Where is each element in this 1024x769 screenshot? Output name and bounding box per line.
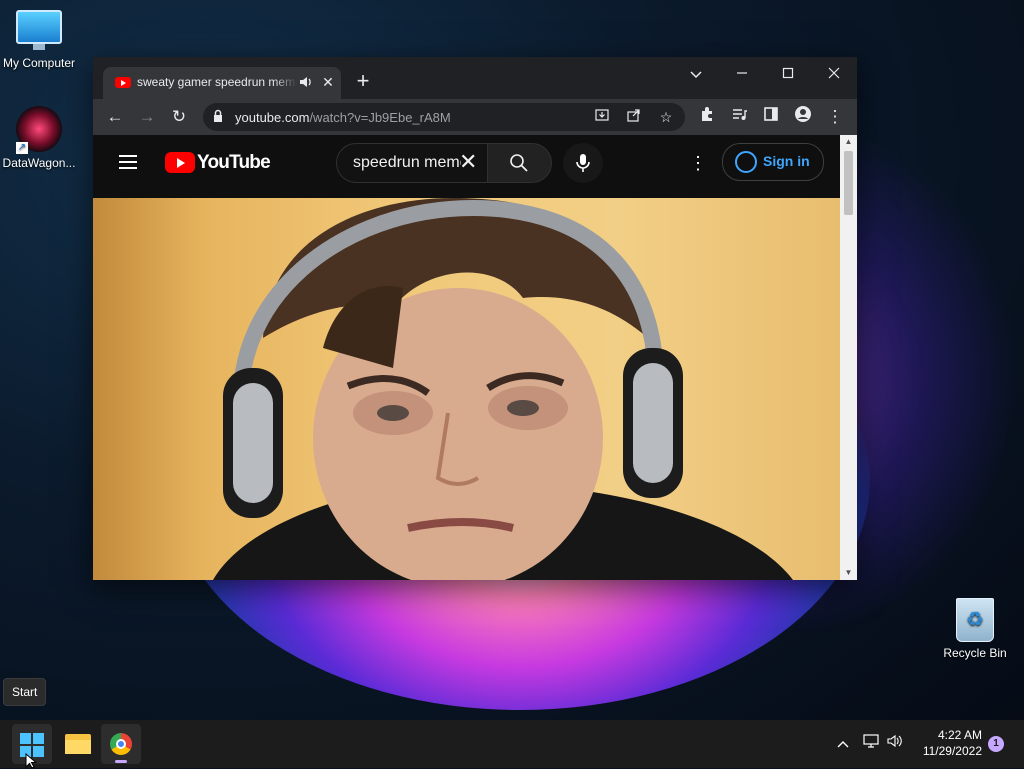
youtube-header: YouTube speedrun meme ✕ ⋮ Sign in bbox=[93, 135, 840, 191]
notification-badge[interactable]: 1 bbox=[988, 736, 1004, 752]
url-path: /watch?v=Jb9Ebe_rA8M bbox=[309, 110, 451, 125]
shortcut-arrow-icon: ↗ bbox=[16, 142, 28, 154]
bookmark-star-icon[interactable]: ☆ bbox=[655, 105, 677, 129]
extensions-icon[interactable] bbox=[695, 105, 719, 129]
sign-in-button[interactable]: Sign in bbox=[722, 143, 824, 181]
account-circle-icon bbox=[735, 151, 757, 173]
file-explorer-button[interactable] bbox=[57, 724, 97, 764]
search-button[interactable] bbox=[487, 143, 552, 183]
search-query-text: speedrun meme bbox=[353, 154, 461, 171]
chrome-window: sweaty gamer speedrun meme ✕ + ← → ↻ you… bbox=[93, 57, 857, 580]
taskbar: 4:22 AM 11/29/2022 1 bbox=[0, 720, 1024, 768]
back-button[interactable]: ← bbox=[103, 105, 127, 129]
desktop-icon-label: DataWagon... bbox=[2, 156, 76, 170]
folder-icon bbox=[65, 734, 91, 754]
page-scrollbar[interactable]: ▲ ▼ bbox=[840, 135, 857, 580]
lock-icon[interactable] bbox=[213, 109, 223, 123]
browser-toolbar: ← → ↻ youtube.com/watch?v=Jb9Ebe_rA8M ☆ bbox=[93, 99, 857, 135]
youtube-play-icon bbox=[165, 152, 195, 173]
hamburger-menu-icon[interactable] bbox=[119, 155, 137, 169]
page-viewport: YouTube speedrun meme ✕ ⋮ Sign in bbox=[93, 135, 840, 580]
clock[interactable]: 4:22 AM 11/29/2022 bbox=[912, 727, 982, 759]
voice-search-mic-icon[interactable] bbox=[563, 143, 603, 183]
monitor-icon bbox=[16, 10, 62, 50]
desktop-icon-datawagon[interactable]: ↗ DataWagon... bbox=[0, 106, 81, 170]
tab-title: sweaty gamer speedrun meme bbox=[137, 75, 297, 89]
tab-close-button[interactable]: ✕ bbox=[319, 73, 337, 91]
install-app-icon[interactable] bbox=[591, 105, 613, 129]
running-indicator bbox=[115, 760, 127, 763]
youtube-more-icon[interactable]: ⋮ bbox=[689, 153, 707, 173]
youtube-search-input[interactable]: speedrun meme ✕ bbox=[336, 143, 488, 183]
youtube-logo-text: YouTube bbox=[197, 152, 271, 173]
new-tab-button[interactable]: + bbox=[351, 69, 375, 93]
maximize-button[interactable] bbox=[765, 61, 811, 89]
video-frame-person bbox=[213, 198, 793, 580]
video-player[interactable] bbox=[93, 198, 840, 580]
volume-icon[interactable] bbox=[884, 732, 906, 754]
recycle-bin-icon: ♻ bbox=[956, 598, 994, 642]
tab-search-button[interactable] bbox=[673, 61, 719, 89]
chrome-icon bbox=[110, 733, 132, 755]
chrome-menu-icon[interactable]: ⋮ bbox=[823, 105, 847, 129]
scroll-up-arrow-icon[interactable]: ▲ bbox=[840, 135, 857, 149]
side-panel-icon[interactable] bbox=[759, 105, 783, 129]
sign-in-label: Sign in bbox=[763, 153, 810, 169]
datawagon-app-icon: ↗ bbox=[16, 106, 62, 154]
close-window-button[interactable] bbox=[811, 61, 857, 89]
clear-search-icon[interactable]: ✕ bbox=[459, 150, 481, 174]
mouse-cursor-icon bbox=[25, 753, 37, 769]
desktop-icon-label: My Computer bbox=[2, 56, 76, 70]
scrollbar-thumb[interactable] bbox=[844, 151, 853, 215]
start-tooltip: Start bbox=[3, 678, 47, 706]
desktop-icon-my-computer[interactable]: My Computer bbox=[0, 10, 81, 70]
url-domain: youtube.com bbox=[235, 110, 310, 125]
network-icon[interactable] bbox=[860, 732, 882, 754]
reload-button[interactable]: ↻ bbox=[167, 105, 191, 129]
clock-time: 4:22 AM bbox=[937, 728, 982, 742]
youtube-favicon-icon bbox=[115, 77, 131, 88]
share-icon[interactable] bbox=[623, 105, 645, 129]
show-hidden-icons-chevron-icon[interactable] bbox=[832, 732, 854, 754]
url-text: youtube.com/watch?v=Jb9Ebe_rA8M bbox=[235, 110, 451, 125]
desktop-icon-label: Recycle Bin bbox=[943, 646, 1007, 660]
profile-icon[interactable] bbox=[791, 105, 815, 129]
speaker-icon[interactable] bbox=[299, 75, 313, 89]
forward-button[interactable]: → bbox=[135, 105, 159, 129]
clock-date: 11/29/2022 bbox=[922, 744, 982, 758]
scroll-down-arrow-icon[interactable]: ▼ bbox=[840, 566, 857, 580]
media-control-icon[interactable] bbox=[727, 105, 751, 129]
minimize-button[interactable] bbox=[719, 61, 765, 89]
desktop-icon-recycle-bin[interactable]: ♻ Recycle Bin bbox=[933, 598, 1017, 660]
tab-strip: sweaty gamer speedrun meme ✕ + bbox=[93, 57, 857, 99]
address-bar[interactable]: youtube.com/watch?v=Jb9Ebe_rA8M ☆ bbox=[203, 103, 685, 131]
chrome-taskbar-button[interactable] bbox=[101, 724, 141, 764]
tab-youtube[interactable]: sweaty gamer speedrun meme ✕ bbox=[103, 67, 341, 99]
